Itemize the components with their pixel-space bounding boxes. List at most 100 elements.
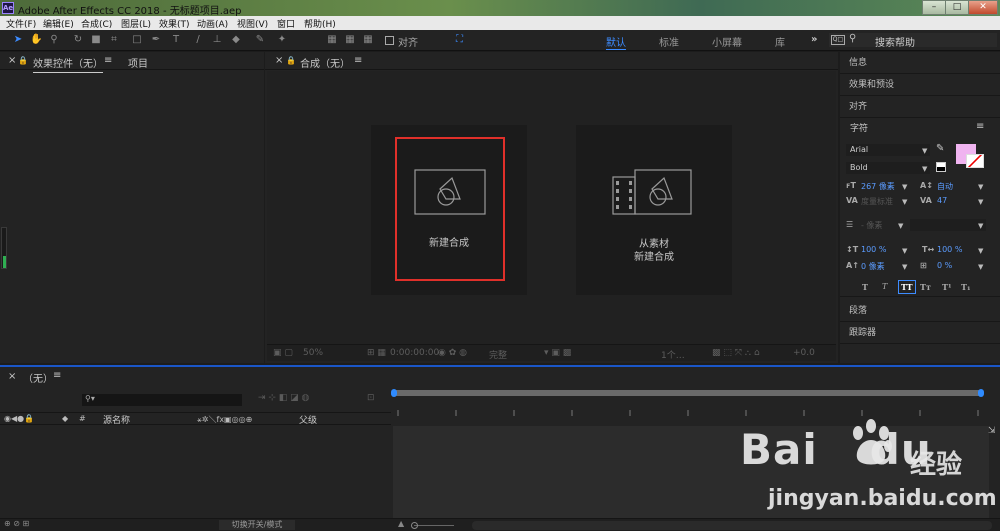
label-icon[interactable]: ◆ <box>62 414 68 423</box>
close-window-button[interactable]: ✕ <box>968 0 998 15</box>
graph-editor-icon[interactable]: ⊡ <box>367 393 375 403</box>
rectangle-tool-icon[interactable]: □ <box>131 34 143 46</box>
roi-icon[interactable]: ▾ ▣ ▩ <box>544 348 571 358</box>
tab-composition[interactable]: 合成（无） <box>300 55 350 70</box>
menu-file[interactable]: 文件(F) <box>6 17 36 30</box>
local-axis-icon[interactable]: ▦ <box>326 34 338 46</box>
font-style-field[interactable]: Bold <box>846 162 930 174</box>
lock-icon[interactable]: 🔒 <box>18 56 28 65</box>
chevron-down-icon[interactable]: ▼ <box>902 263 907 271</box>
small-caps-button[interactable]: Tт <box>920 282 931 292</box>
chevron-down-icon[interactable]: ▼ <box>922 147 927 155</box>
menu-help[interactable]: 帮助(H) <box>304 17 336 30</box>
chevron-down-icon[interactable]: ▼ <box>902 183 907 191</box>
source-name-header[interactable]: 源名称 <box>103 413 130 426</box>
zoom-tool-icon[interactable]: ⚲ <box>48 34 60 46</box>
workspace-small-screen[interactable]: 小屏幕 <box>712 34 742 49</box>
work-area-bar[interactable] <box>393 390 982 396</box>
close-icon[interactable]: × <box>275 55 283 66</box>
tab-project[interactable]: 项目 <box>128 55 148 70</box>
align-checkbox[interactable] <box>385 36 394 45</box>
all-caps-button[interactable]: TT <box>898 280 916 294</box>
align-section[interactable]: 对齐 <box>840 96 1000 118</box>
menu-effect[interactable]: 效果(T) <box>159 17 190 30</box>
type-tool-icon[interactable]: T <box>170 34 182 46</box>
rotate-tool-icon[interactable]: ↻ <box>72 34 84 46</box>
info-section[interactable]: 信息 <box>840 52 1000 74</box>
paragraph-section[interactable]: 段落 <box>840 300 1000 322</box>
close-icon[interactable]: × <box>8 55 16 66</box>
chevron-down-icon[interactable]: ▼ <box>978 183 983 191</box>
minimize-button[interactable]: – <box>922 0 946 15</box>
chevron-down-icon[interactable]: ▼ <box>978 222 983 230</box>
baseline-shift-value[interactable]: 0 像素 <box>861 261 885 272</box>
zoom-out-icon[interactable]: ▲ <box>398 519 404 528</box>
zoom-slider-track[interactable] <box>414 525 454 526</box>
brush-tool-icon[interactable]: / <box>192 34 204 46</box>
pan-behind-tool-icon[interactable]: ⌗ <box>108 34 120 46</box>
stroke-color-swatch[interactable] <box>966 154 984 168</box>
work-area-start-handle[interactable] <box>391 389 397 397</box>
new-comp-from-footage-card[interactable]: 从素材 新建合成 <box>576 125 732 295</box>
help-search-box[interactable]: Q□ ⚲ 搜索帮助 <box>829 33 997 49</box>
eyedropper-icon[interactable]: ✎ <box>936 143 944 154</box>
timeline-scrollbar[interactable] <box>472 521 992 530</box>
zoom-dropdown[interactable]: 50% <box>303 348 323 358</box>
switches-icons[interactable]: ⚹✲＼fx▣◎◎⊕ <box>197 414 252 425</box>
timecode-display[interactable]: 0:00:00:00 <box>390 348 439 358</box>
chevron-down-icon[interactable]: ▼ <box>978 263 983 271</box>
clone-stamp-tool-icon[interactable]: ⊥ <box>211 34 223 46</box>
kerning-value[interactable]: 度量标准 <box>861 196 893 207</box>
menu-composition[interactable]: 合成(C) <box>81 17 112 30</box>
faux-bold-button[interactable]: T <box>862 282 868 292</box>
workspace-libraries[interactable]: 库 <box>775 34 785 49</box>
av-features-icons[interactable]: ◉◀●🔒 <box>4 414 34 423</box>
faux-italic-button[interactable]: T <box>882 282 887 291</box>
timeline-search-input[interactable]: ⚲▾ <box>82 394 242 406</box>
chevron-down-icon[interactable]: ▼ <box>978 247 983 255</box>
work-area-end-handle[interactable] <box>978 389 984 397</box>
camera-tool-icon[interactable]: ■ <box>90 34 102 46</box>
chevron-down-icon[interactable]: ▼ <box>902 198 907 206</box>
render-toggle-icons[interactable]: ⊕ ⊘ ⊞ <box>4 519 29 528</box>
exposure-value[interactable]: +0.0 <box>793 348 815 358</box>
tracker-section[interactable]: 跟踪器 <box>840 322 1000 344</box>
workspace-default[interactable]: 默认 <box>606 34 626 50</box>
stroke-style-dropdown[interactable] <box>910 219 986 231</box>
leading-value[interactable]: 自动 <box>937 181 953 192</box>
font-family-field[interactable]: Arial <box>846 144 930 156</box>
world-axis-icon[interactable]: ▦ <box>344 34 356 46</box>
puppet-tool-icon[interactable]: ✦ <box>276 34 288 46</box>
menu-view[interactable]: 视图(V) <box>237 17 268 30</box>
subscript-button[interactable]: T₁ <box>961 282 970 292</box>
vertical-scale-value[interactable]: 100 % <box>861 245 886 254</box>
superscript-button[interactable]: T¹ <box>942 282 951 292</box>
stroke-width-value[interactable]: - 像素 <box>861 220 882 231</box>
default-colors-icon[interactable] <box>936 162 946 172</box>
chevron-down-icon[interactable]: ▼ <box>978 198 983 206</box>
panel-menu-icon[interactable]: ≡ <box>354 55 362 66</box>
roto-brush-tool-icon[interactable]: ✎ <box>254 34 266 46</box>
character-menu-icon[interactable]: ≡ <box>976 121 984 132</box>
resolution-dropdown[interactable]: 完整 <box>489 348 507 361</box>
font-size-value[interactable]: 267 像素 <box>861 181 895 192</box>
grid-icon[interactable]: ⊞ ▦ <box>367 348 386 358</box>
timeline-scroll-indicator[interactable]: ⇲ <box>988 426 998 440</box>
selection-tool-icon[interactable]: ➤ <box>12 34 24 46</box>
menu-layer[interactable]: 图层(L) <box>121 17 151 30</box>
panel-menu-icon[interactable]: ≡ <box>53 370 61 381</box>
time-ruler[interactable] <box>396 410 986 416</box>
menu-edit[interactable]: 编辑(E) <box>43 17 74 30</box>
timeline-tool-icons[interactable]: ⇥ ⊹ ◧ ◪ ◍ <box>258 393 309 403</box>
zoom-slider-knob[interactable] <box>411 522 418 529</box>
eraser-tool-icon[interactable]: ◆ <box>230 34 242 46</box>
workspace-more-button[interactable]: » <box>811 34 817 45</box>
effects-presets-section[interactable]: 效果和预设 <box>840 74 1000 96</box>
search-toggle-icon[interactable]: Q□ <box>831 35 845 45</box>
layer-list-area[interactable] <box>0 426 391 518</box>
view-options-icon[interactable]: ▩ ⬚ ⤧ ⛬ ⌂ <box>712 348 760 358</box>
chevron-down-icon[interactable]: ▼ <box>898 222 903 230</box>
parent-header[interactable]: 父级 <box>299 413 317 426</box>
close-icon[interactable]: × <box>8 371 16 382</box>
maximize-button[interactable]: □ <box>945 0 969 15</box>
